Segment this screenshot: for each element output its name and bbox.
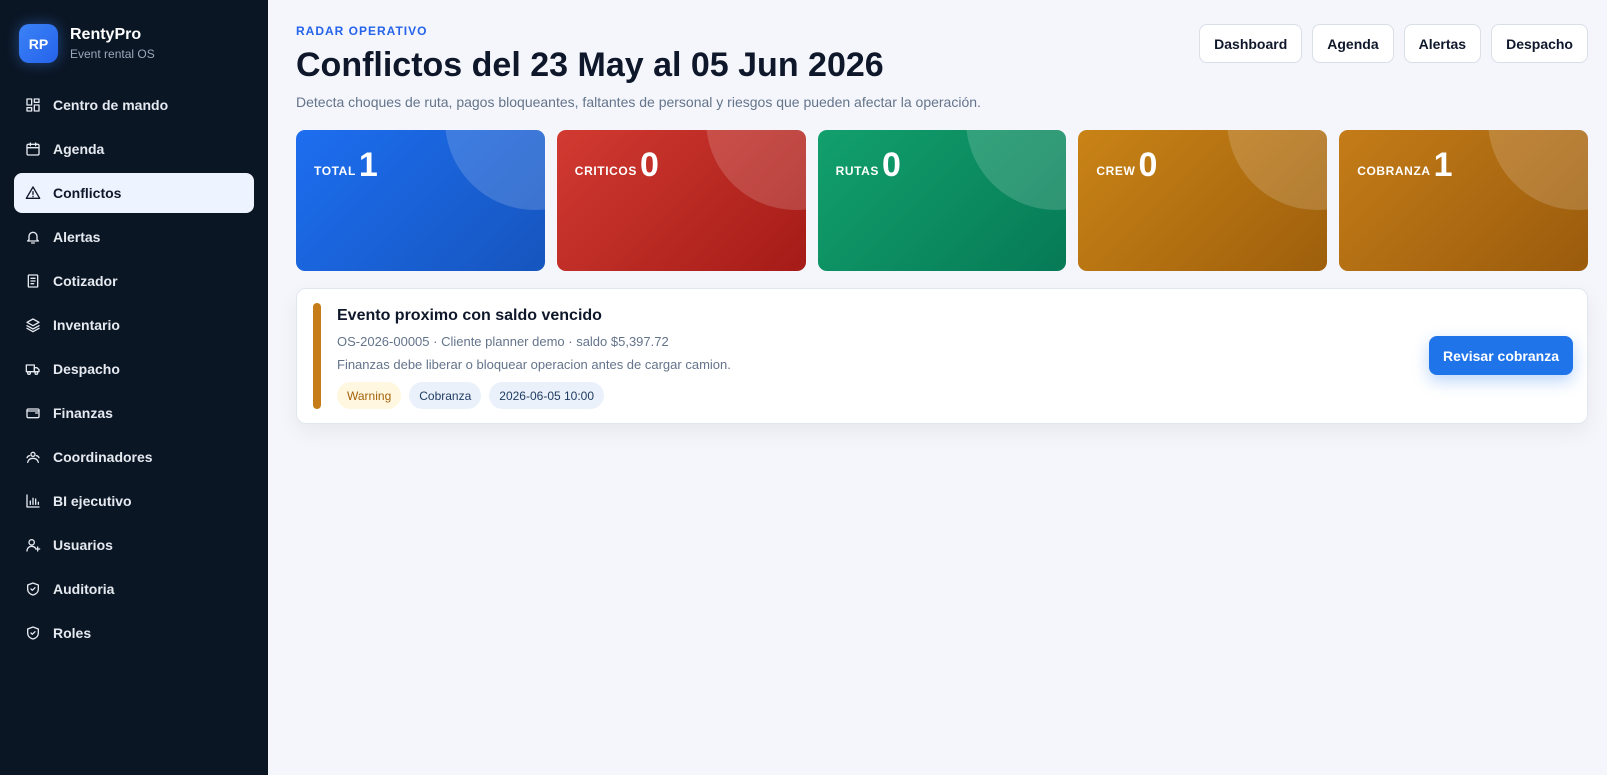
sidebar-item-label: Auditoria — [53, 581, 115, 597]
stat-value: 0 — [882, 146, 901, 184]
sidebar-item-label: Centro de mando — [53, 97, 169, 113]
brand-name: RentyPro — [70, 25, 142, 43]
sidebar-item-label: Coordinadores — [53, 449, 153, 465]
sidebar: RP RentyPro Event rental OS Centro de ma… — [0, 0, 268, 775]
sidebar-item-coordinadores[interactable]: Coordinadores — [14, 437, 254, 477]
stat-card-crew: CREW 0 — [1078, 130, 1328, 271]
severity-badge: Warning — [337, 382, 402, 409]
sidebar-item-inventario[interactable]: Inventario — [14, 305, 254, 345]
conflict-title: Evento proximo con saldo vencido — [337, 307, 602, 324]
sidebar-item-label: Agenda — [53, 141, 105, 157]
warning-icon — [25, 185, 41, 201]
sidebar-item-bi-ejecutivo[interactable]: BI ejecutivo — [14, 481, 254, 521]
wallet-icon — [25, 405, 41, 421]
conflict-note: Finanzas debe liberar o bloquear operaci… — [337, 357, 731, 372]
despacho-button[interactable]: Despacho — [1491, 24, 1588, 63]
stat-value: 0 — [639, 146, 659, 184]
conflict-card: Evento proximo con saldo vencido OS-2026… — [296, 288, 1588, 424]
sidebar-item-finanzas[interactable]: Finanzas — [14, 393, 254, 433]
dashboard-icon — [25, 97, 41, 113]
shield-check-icon — [25, 625, 41, 641]
sidebar-item-label: Cotizador — [53, 273, 118, 289]
alertas-button[interactable]: Alertas — [1403, 24, 1482, 63]
brand-logo: RP — [19, 24, 58, 63]
users-icon — [25, 449, 41, 465]
brand-subtitle: Event rental OS — [70, 46, 155, 61]
stat-value: 1 — [1433, 146, 1453, 184]
category-badge: Cobranza — [409, 382, 482, 409]
sidebar-item-label: BI ejecutivo — [53, 493, 132, 509]
calendar-icon — [25, 141, 41, 157]
user-plus-icon — [25, 537, 41, 553]
sidebar-nav: Centro de mando Agenda Conflictos Alerta… — [14, 85, 254, 653]
sidebar-item-centro-de-mando[interactable]: Centro de mando — [14, 85, 254, 125]
header-actions: Dashboard Agenda Alertas Despacho — [1199, 24, 1588, 63]
stat-label: CRITICOS — [574, 164, 637, 178]
sidebar-item-label: Finanzas — [53, 405, 113, 421]
severity-indicator — [313, 303, 321, 409]
main-content: RADAR OPERATIVO Conflictos del 23 May al… — [268, 0, 1607, 775]
sidebar-item-label: Roles — [53, 625, 92, 641]
stat-label: RUTAS — [835, 164, 880, 178]
bell-icon — [25, 229, 41, 245]
bar-chart-icon — [25, 493, 41, 509]
sidebar-item-label: Alertas — [53, 229, 101, 245]
stat-card-total: TOTAL 1 — [296, 130, 545, 271]
sidebar-item-agenda[interactable]: Agenda — [14, 129, 254, 169]
page-description: Detecta choques de ruta, pagos bloqueant… — [296, 94, 981, 110]
stat-value: 0 — [1138, 146, 1158, 184]
sidebar-item-conflictos[interactable]: Conflictos — [14, 173, 254, 213]
layers-icon — [25, 317, 41, 333]
brand[interactable]: RP RentyPro Event rental OS — [14, 24, 254, 63]
dashboard-button[interactable]: Dashboard — [1199, 24, 1303, 63]
revisar-cobranza-button[interactable]: Revisar cobranza — [1429, 336, 1573, 375]
shield-check-icon — [25, 581, 41, 597]
brand-text: RentyPro Event rental OS — [70, 25, 155, 63]
stat-card-rutas: RUTAS 0 — [817, 130, 1067, 271]
sidebar-item-label: Conflictos — [53, 185, 122, 201]
app-root: RP RentyPro Event rental OS Centro de ma… — [0, 0, 1607, 775]
stat-label: CREW — [1096, 164, 1136, 178]
stats-row: TOTAL 1 CRITICOS 0 RUTAS 0 CREW 0 COBRAN… — [296, 130, 1588, 271]
sidebar-item-despacho[interactable]: Despacho — [14, 349, 254, 389]
stat-card-cobranza: COBRANZA 1 — [1339, 130, 1588, 271]
stat-card-criticos: CRITICOS 0 — [556, 130, 806, 271]
agenda-button[interactable]: Agenda — [1312, 24, 1394, 63]
stat-label: TOTAL — [314, 164, 356, 178]
truck-icon — [25, 361, 41, 377]
sidebar-item-roles[interactable]: Roles — [14, 613, 254, 653]
sidebar-item-cotizador[interactable]: Cotizador — [14, 261, 254, 301]
sidebar-item-auditoria[interactable]: Auditoria — [14, 569, 254, 609]
sidebar-item-alertas[interactable]: Alertas — [14, 217, 254, 257]
conflict-tags: Warning Cobranza 2026-06-05 10:00 — [337, 382, 1569, 409]
date-badge: 2026-06-05 10:00 — [489, 382, 605, 409]
stat-value: 1 — [358, 146, 378, 184]
sidebar-item-usuarios[interactable]: Usuarios — [14, 525, 254, 565]
document-icon — [25, 273, 41, 289]
sidebar-item-label: Inventario — [53, 317, 120, 333]
stat-label: COBRANZA — [1357, 164, 1431, 178]
conflict-meta: OS-2026-00005 · Cliente planner demo · s… — [337, 334, 669, 349]
sidebar-item-label: Despacho — [53, 361, 120, 377]
sidebar-item-label: Usuarios — [53, 537, 113, 553]
